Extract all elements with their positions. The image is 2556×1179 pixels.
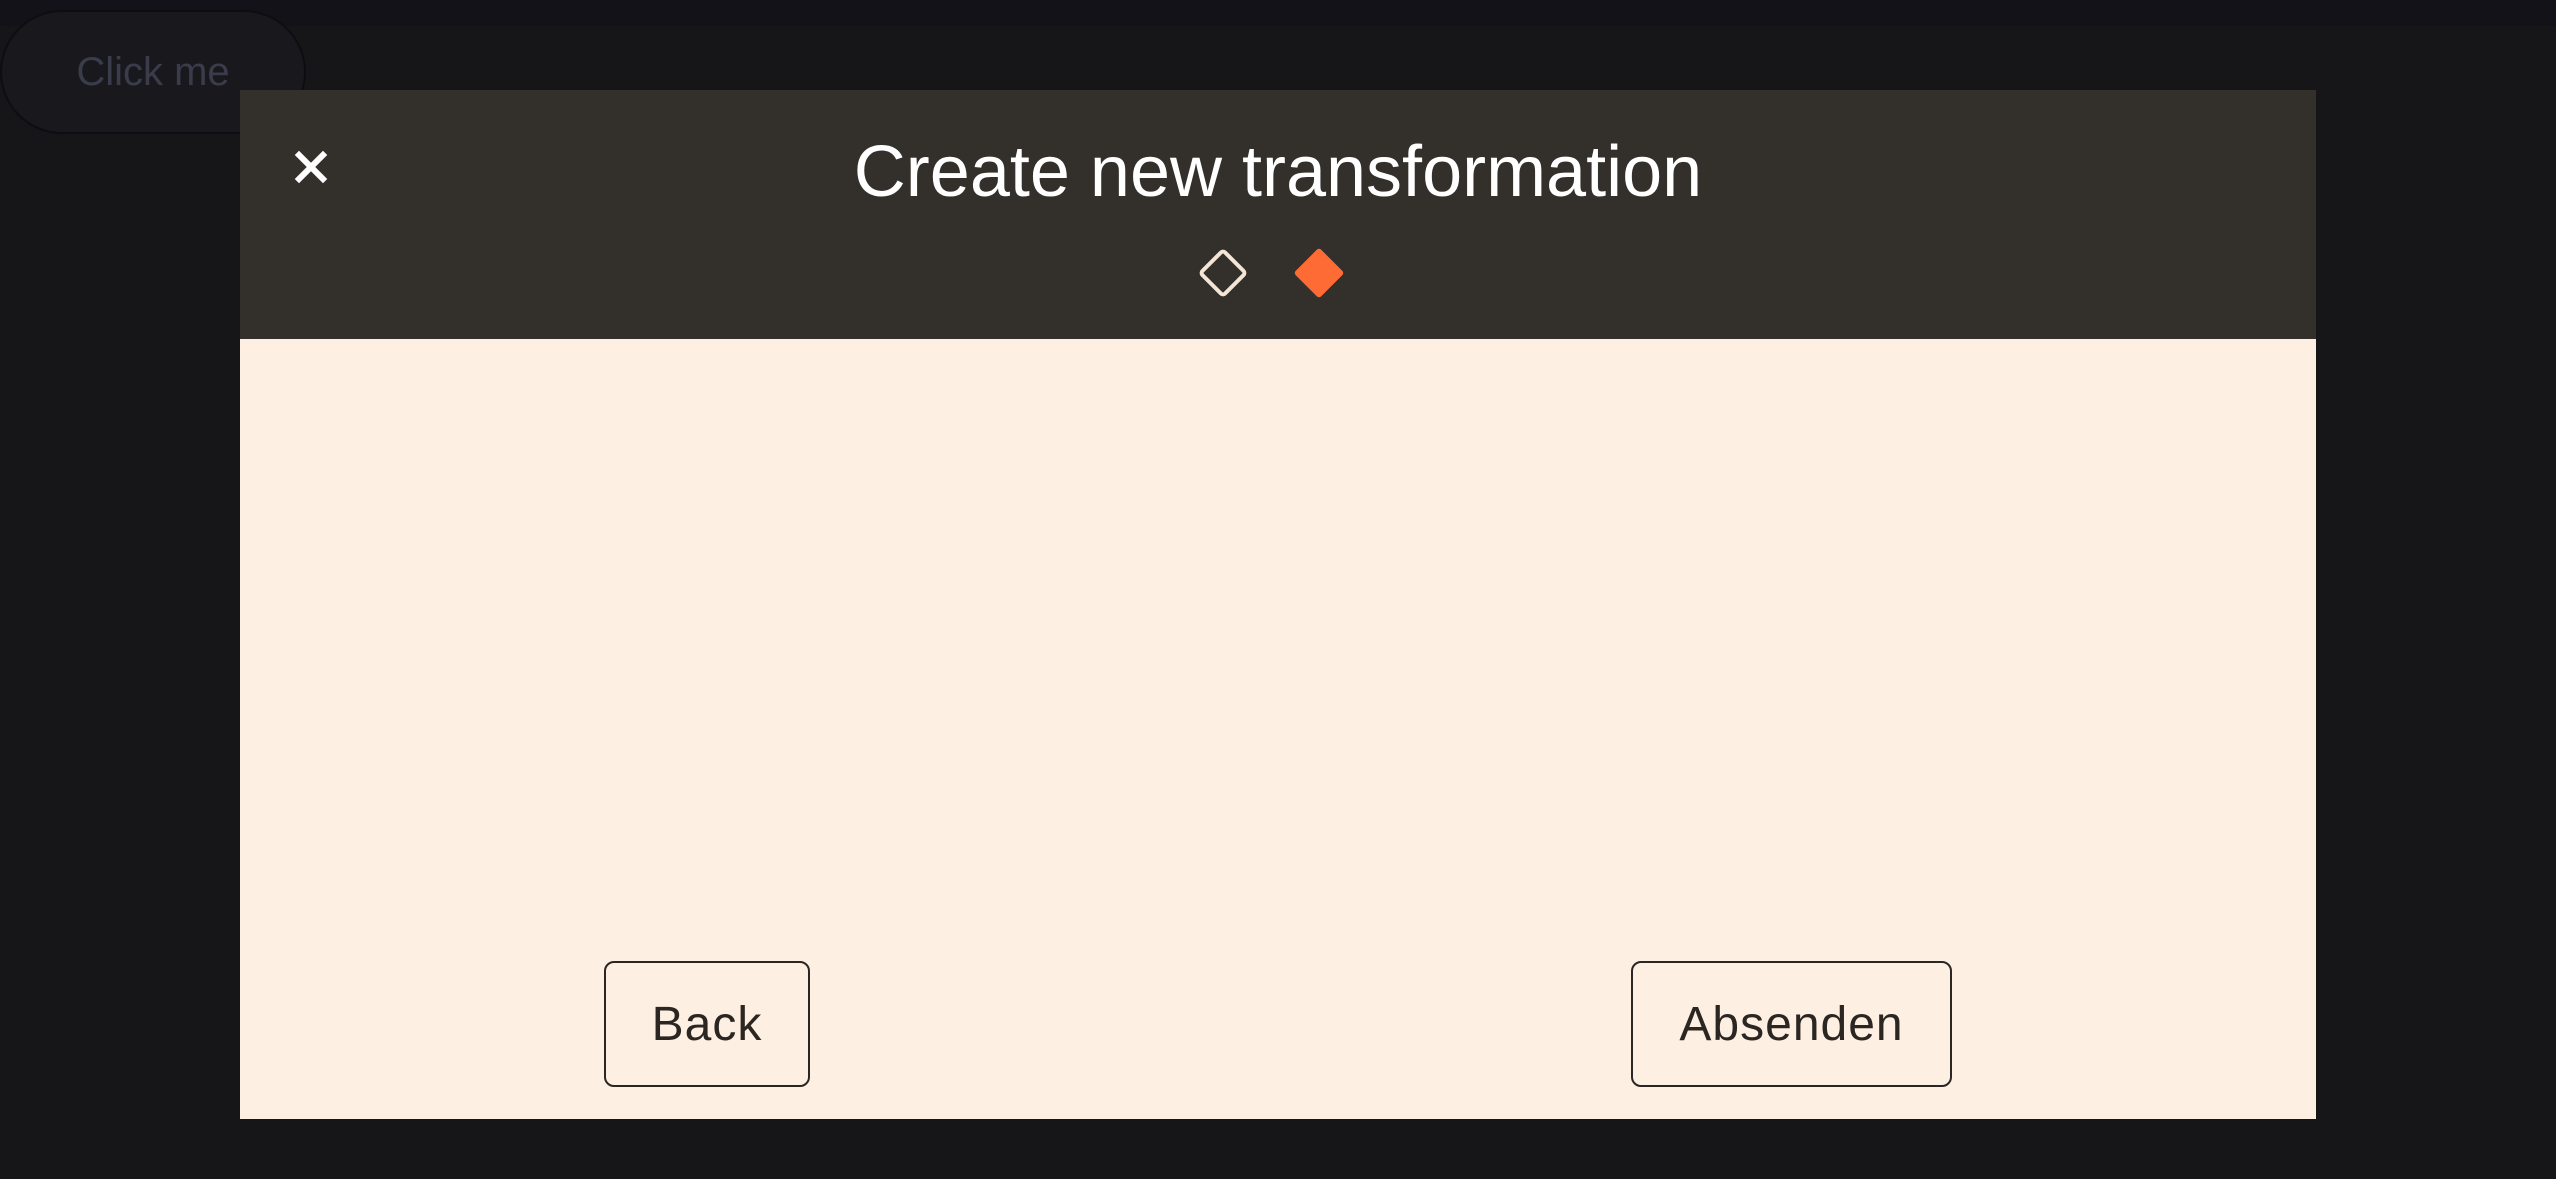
back-button[interactable]: Back	[604, 961, 810, 1087]
top-strip	[0, 0, 2556, 26]
modal-header: Create new transformation	[240, 90, 2316, 339]
create-transformation-modal: Create new transformation	[240, 90, 2316, 1119]
step-2-diamond-filled-icon[interactable]	[1289, 243, 1349, 303]
submit-button[interactable]: Absenden	[1631, 961, 1952, 1087]
stepper	[1193, 233, 1363, 313]
modal-title: Create new transformation	[853, 132, 1703, 212]
step-1-diamond-outline-icon[interactable]	[1193, 243, 1253, 303]
page: Click me Create new transformation Back …	[0, 0, 2556, 1179]
modal-body	[240, 339, 2316, 1119]
